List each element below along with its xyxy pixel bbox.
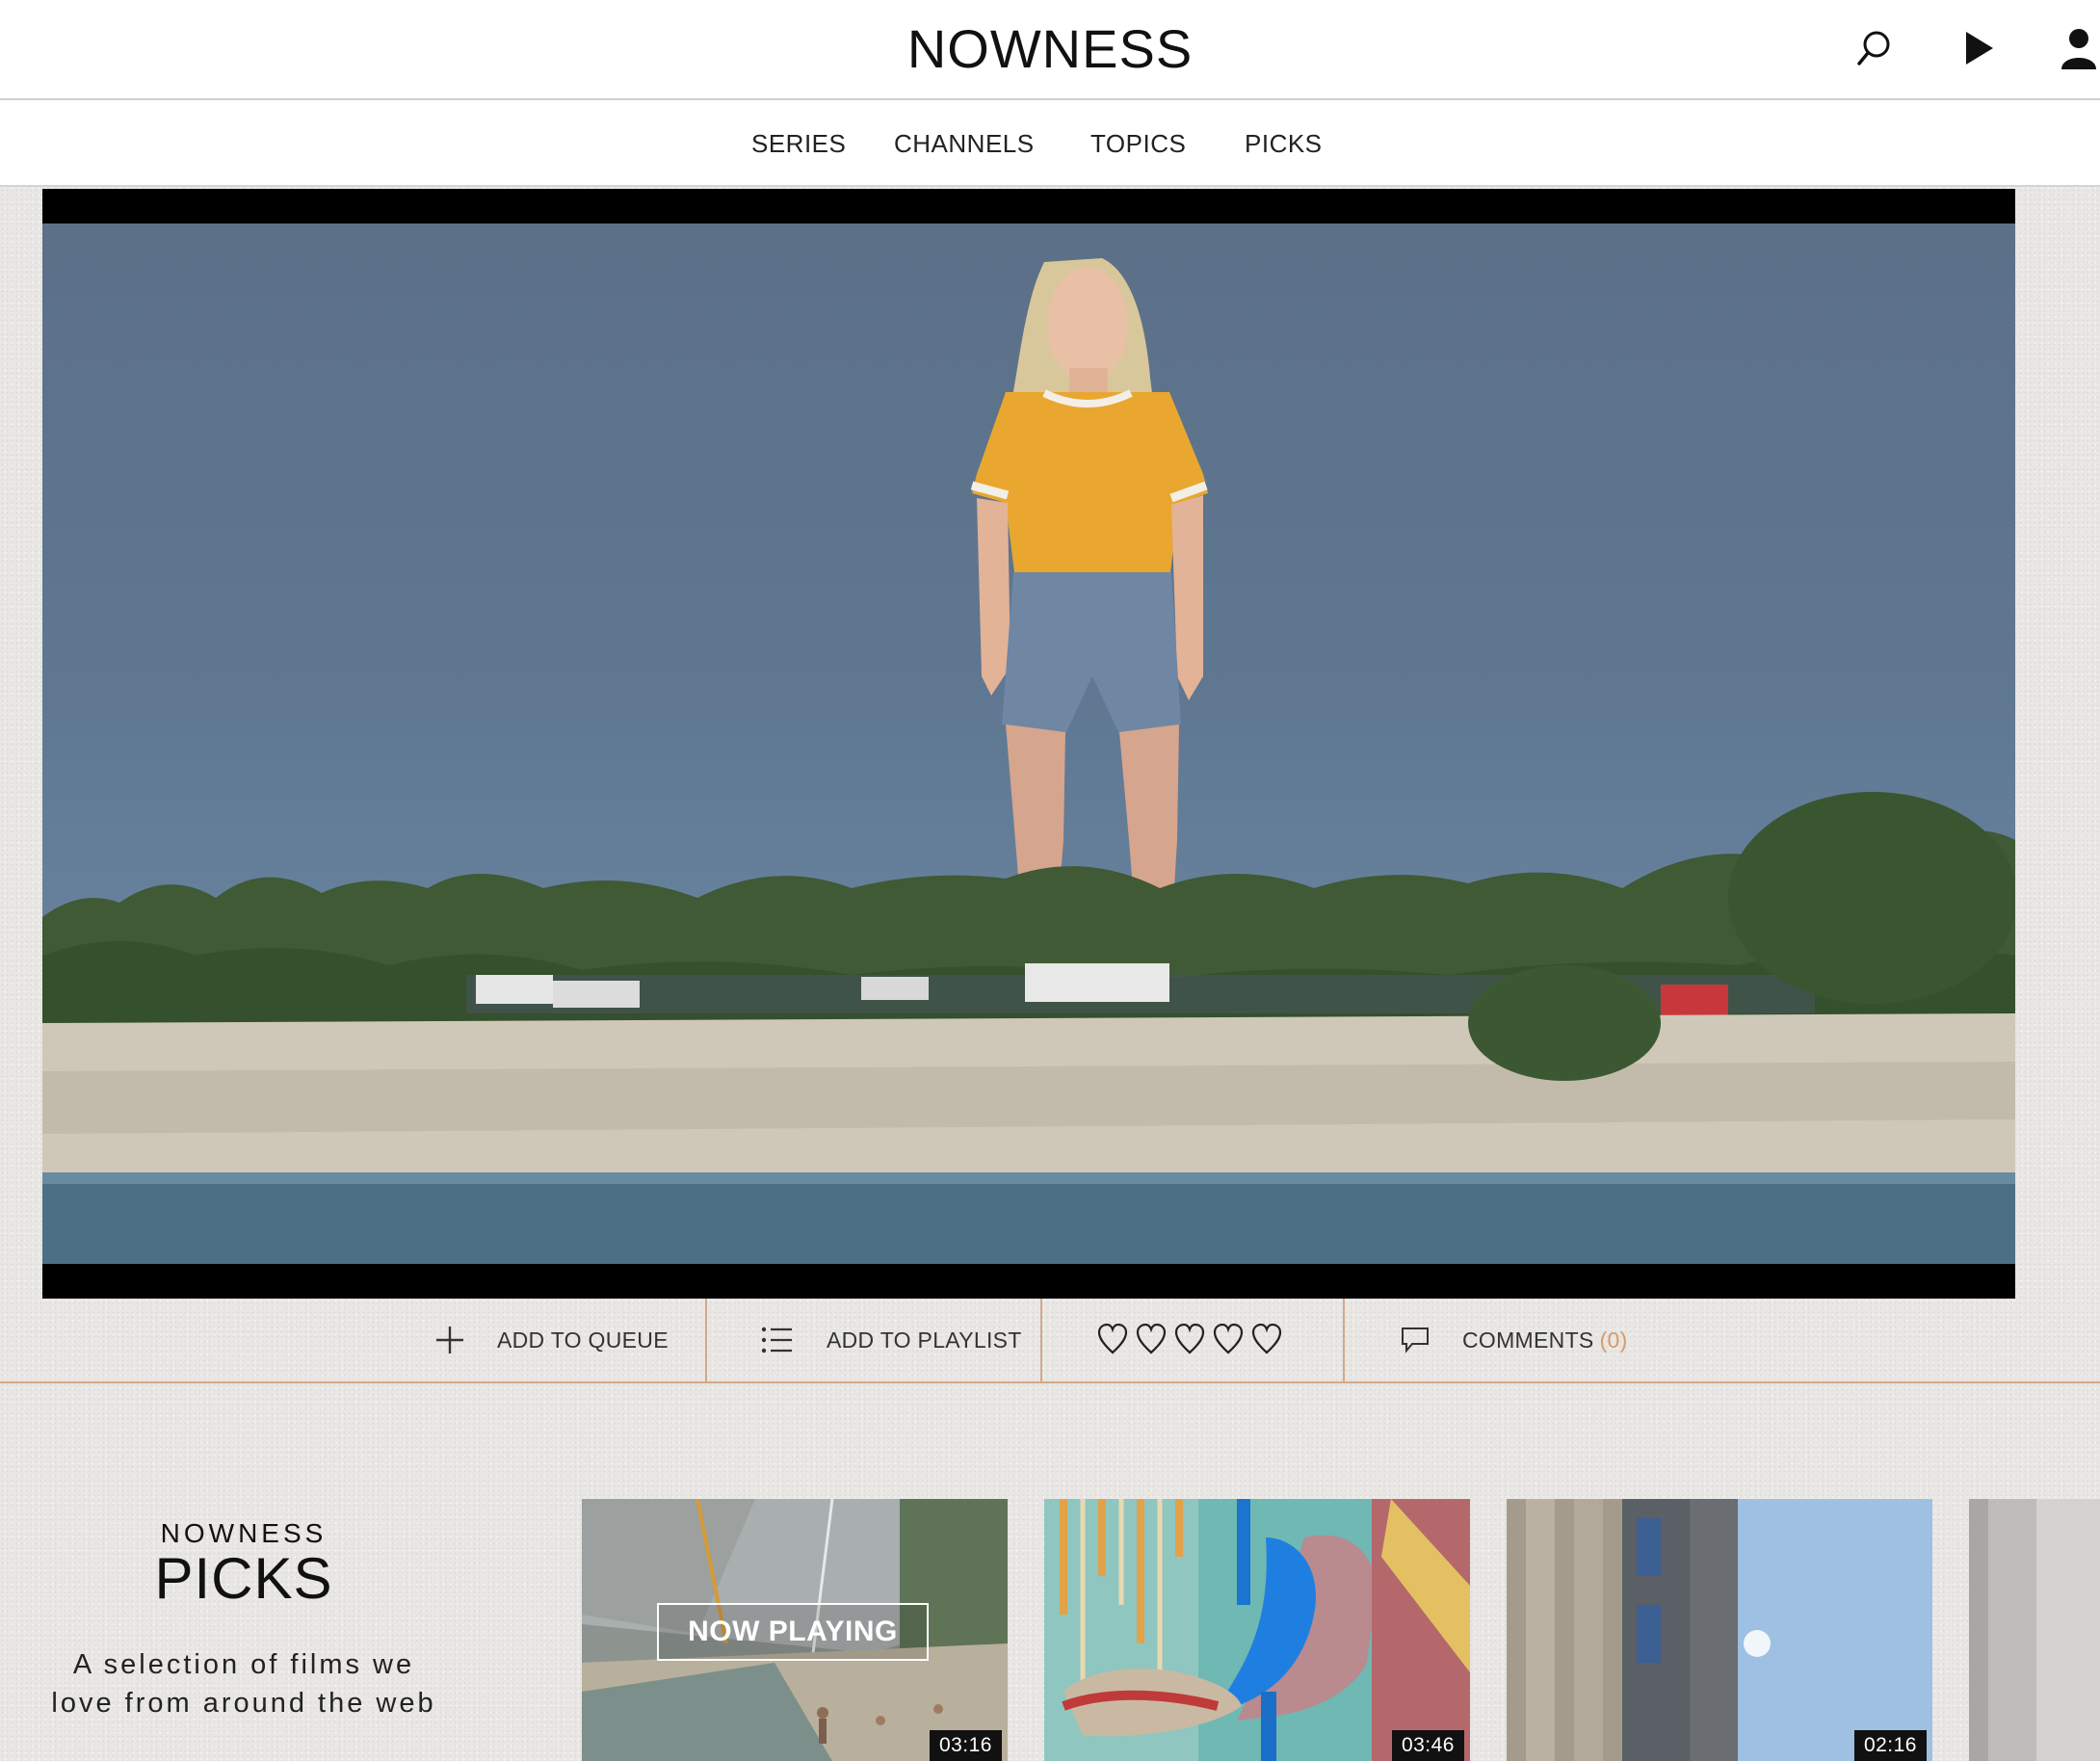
video-player[interactable] [42,189,2015,1299]
video-thumbnail [1044,1499,1470,1761]
now-playing-badge: NOW PLAYING [657,1603,929,1661]
video-card[interactable] [1969,1499,2100,1761]
picks-title: PICKS [154,1546,333,1611]
action-divider [1343,1299,1345,1381]
user-icon[interactable] [2052,21,2100,75]
nav-picks[interactable]: PICKS [1245,129,1323,159]
video-card[interactable]: 02:16 [1507,1499,1932,1761]
video-thumbnail [1507,1499,1932,1761]
action-divider [705,1299,707,1381]
play-icon[interactable] [1952,21,2006,75]
search-icon[interactable] [1848,21,1902,75]
video-frame[interactable] [42,223,2015,1264]
nav-channels[interactable]: CHANNELS [894,129,1035,159]
heart-icon [1098,1324,1128,1354]
video-still-image [42,258,2015,1264]
comments-count: (0) [1599,1327,1628,1353]
heart-icon [1174,1324,1205,1354]
picks-description: A selection of films we love from around… [51,1649,436,1719]
video-action-bar: ADD TO QUEUE ADD TO PLAYLIST COMMENTS (0… [0,1299,2100,1383]
rating-hearts[interactable] [1098,1299,1291,1381]
list-icon [761,1327,792,1354]
video-card[interactable]: NOW PLAYING 03:16 [582,1499,1008,1761]
video-duration: 03:46 [1391,1730,1464,1761]
top-bar: NOWNESS [0,0,2100,100]
heart-icon [1136,1324,1167,1354]
add-to-queue-button[interactable]: ADD TO QUEUE [433,1299,669,1381]
nav-topics[interactable]: TOPICS [1090,129,1186,159]
video-duration: 03:16 [929,1730,1002,1761]
video-duration: 02:16 [1853,1730,1927,1761]
nav-series[interactable]: SERIES [751,129,846,159]
add-to-playlist-label: ADD TO PLAYLIST [827,1327,1022,1353]
heart-rating-icons[interactable] [1098,1324,1291,1356]
action-divider [1040,1299,1042,1381]
comments-label: COMMENTS [1462,1327,1594,1353]
add-to-queue-label: ADD TO QUEUE [497,1327,669,1353]
video-card[interactable]: 03:46 [1044,1499,1470,1761]
add-to-playlist-button[interactable]: ADD TO PLAYLIST [761,1299,1022,1381]
heart-icon [1213,1324,1244,1354]
heart-icon [1251,1324,1282,1354]
comments-button[interactable]: COMMENTS (0) [1401,1299,1628,1381]
plus-icon [436,1327,463,1354]
comment-icon [1402,1327,1429,1354]
video-thumbnail [1969,1499,2100,1761]
site-logo[interactable]: NOWNESS [0,17,2100,80]
woman-figure [970,258,1208,936]
main-nav: SERIES CHANNELS TOPICS PICKS [0,100,2100,187]
